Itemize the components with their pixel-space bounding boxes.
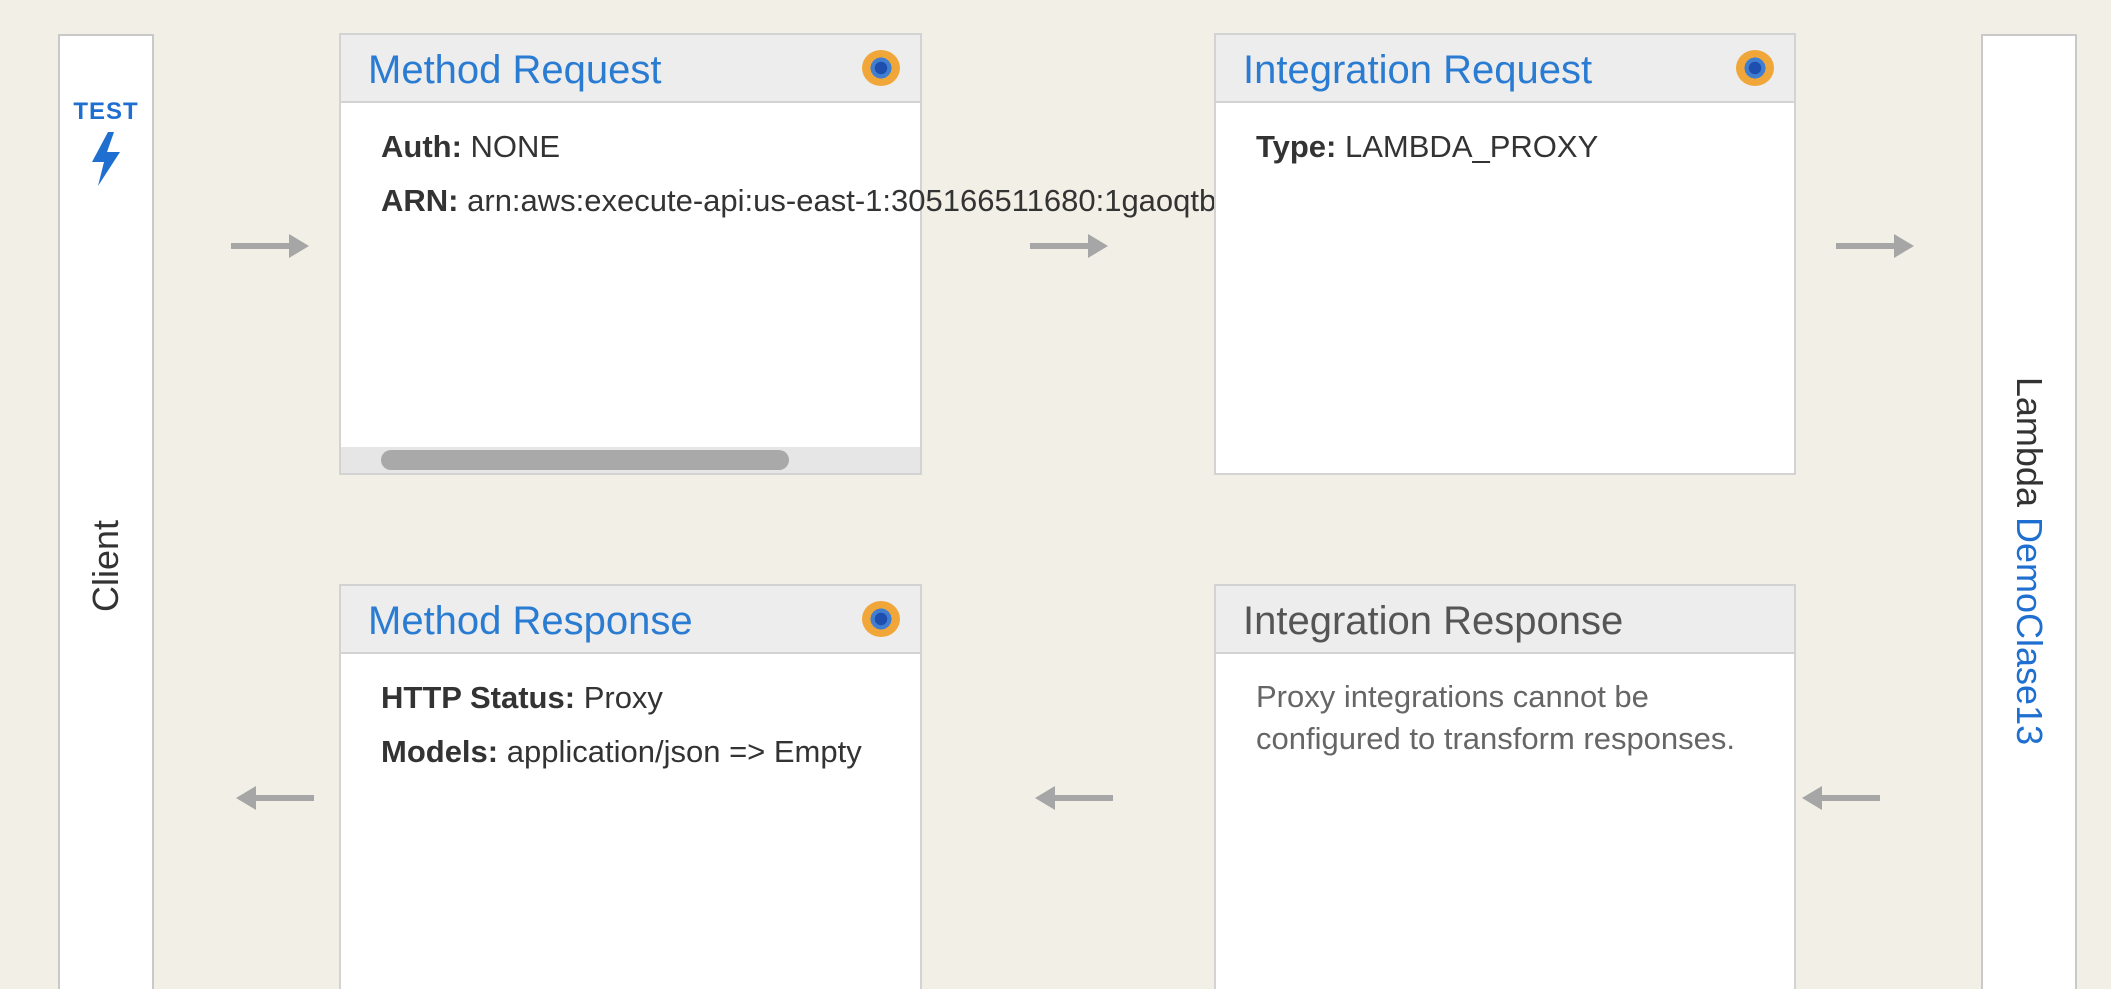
arrow-left-icon: [1035, 786, 1113, 810]
lambda-label: Lambda DemoClase13: [2008, 377, 2050, 745]
method-request-header: Method Request: [341, 35, 920, 103]
arrow-right-icon: [231, 234, 309, 258]
arn-label: ARN:: [381, 183, 459, 218]
status-dot-icon[interactable]: [862, 601, 900, 637]
models-value: application/json => Empty: [506, 734, 862, 769]
method-response-title[interactable]: Method Response: [368, 599, 693, 644]
status-dot-icon[interactable]: [1736, 50, 1774, 86]
arrow-right-icon: [1030, 234, 1108, 258]
method-response-body: HTTP Status: Proxy Models: application/j…: [341, 654, 920, 774]
integration-request-body: Type: LAMBDA_PROXY: [1216, 103, 1794, 169]
client-label: Client: [85, 519, 126, 613]
models-label: Models:: [381, 734, 499, 769]
lightning-bolt-icon: [92, 132, 120, 186]
lambda-prefix: Lambda: [2009, 376, 2050, 507]
integration-request-title[interactable]: Integration Request: [1243, 48, 1592, 93]
status-dot-icon[interactable]: [862, 50, 900, 86]
arrow-left-icon: [1802, 786, 1880, 810]
lambda-column: Lambda DemoClase13: [1981, 34, 2077, 989]
method-request-title[interactable]: Method Request: [368, 48, 662, 93]
lambda-function-link[interactable]: DemoClase13: [2009, 517, 2050, 745]
test-button[interactable]: TEST: [60, 98, 152, 186]
type-label: Type:: [1256, 129, 1337, 164]
integration-response-panel: Integration Response Proxy integrations …: [1214, 584, 1796, 989]
integration-request-header: Integration Request: [1216, 35, 1794, 103]
models-row: Models: application/json => Empty: [381, 730, 881, 774]
scrollbar-thumb[interactable]: [381, 450, 789, 470]
method-request-body: Auth: NONE ARN: arn:aws:execute-api:us-e…: [341, 103, 1318, 223]
auth-value: NONE: [470, 129, 561, 164]
http-status-value: Proxy: [583, 680, 663, 715]
http-status-label: HTTP Status:: [381, 680, 576, 715]
arrow-right-icon: [1836, 234, 1914, 258]
auth-row: Auth: NONE: [381, 125, 920, 169]
method-request-panel: Method Request Auth: NONE ARN: arn:aws:e…: [339, 33, 1318, 475]
arrow-left-icon: [236, 786, 314, 810]
type-row: Type: LAMBDA_PROXY: [1256, 125, 1794, 169]
method-response-header: Method Response: [341, 586, 920, 654]
horizontal-scrollbar[interactable]: [341, 447, 920, 473]
type-value: LAMBDA_PROXY: [1345, 129, 1599, 164]
auth-label: Auth:: [381, 129, 462, 164]
test-label: TEST: [73, 98, 139, 125]
integration-response-note: Proxy integrations cannot be configured …: [1256, 679, 1736, 756]
method-response-panel: Method Response HTTP Status: Proxy Model…: [339, 584, 922, 989]
integration-request-panel: Integration Request Type: LAMBDA_PROXY: [1214, 33, 1796, 475]
http-status-row: HTTP Status: Proxy: [381, 676, 920, 720]
integration-response-header: Integration Response: [1216, 586, 1794, 654]
integration-response-body: Proxy integrations cannot be configured …: [1216, 654, 1794, 760]
arn-row: ARN: arn:aws:execute-api:us-east-1:30516…: [381, 179, 1318, 223]
arn-value: arn:aws:execute-api:us-east-1:3051665116…: [467, 183, 1318, 218]
client-column: TEST Client: [58, 34, 154, 989]
integration-response-title: Integration Response: [1243, 599, 1624, 643]
